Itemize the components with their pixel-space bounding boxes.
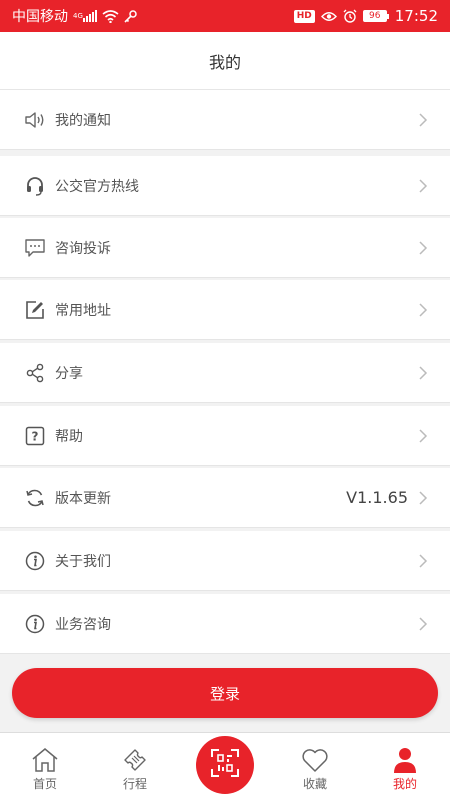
qr-scan-icon	[210, 748, 240, 782]
carrier-label: 中国移动	[12, 9, 68, 25]
page-header: 我的	[0, 32, 450, 90]
status-bar: 中国移动 4G HD 96 17:52	[0, 0, 450, 32]
info-icon	[24, 550, 46, 572]
headset-icon	[24, 175, 46, 197]
ticket-icon	[120, 745, 150, 775]
tab-label: 收藏	[302, 777, 327, 791]
battery-indicator: 96	[362, 10, 389, 22]
chevron-right-icon	[418, 616, 428, 632]
scan-button[interactable]	[196, 736, 254, 794]
heart-icon	[300, 745, 330, 775]
menu-item-label: 咨询投诉	[55, 240, 111, 257]
chevron-right-icon	[418, 428, 428, 444]
page-title: 我的	[208, 52, 241, 72]
refresh-icon	[24, 487, 46, 509]
tab-trips[interactable]: 行程	[90, 733, 180, 800]
menu-item-label: 我的通知	[55, 112, 111, 129]
menu-item-hotline[interactable]: 公交官方热线	[0, 156, 450, 216]
menu-item-label: 常用地址	[55, 302, 111, 319]
menu-item-label: 帮助	[55, 428, 83, 445]
menu-item-version-update[interactable]: 版本更新 V1.1.65	[0, 468, 450, 528]
login-button[interactable]: 登录	[12, 668, 438, 718]
menu-item-label: 分享	[55, 365, 83, 382]
tab-label: 行程	[122, 777, 147, 791]
chevron-right-icon	[418, 490, 428, 506]
clock-time: 17:52	[394, 7, 438, 25]
home-icon	[30, 745, 60, 775]
tab-label: 我的	[392, 777, 417, 791]
chevron-right-icon	[418, 178, 428, 194]
tab-favorites[interactable]: 收藏	[270, 733, 360, 800]
svg-text:?: ?	[32, 429, 39, 443]
chevron-right-icon	[418, 112, 428, 128]
menu-item-common-addresses[interactable]: 常用地址	[0, 280, 450, 340]
menu-item-complaints[interactable]: 咨询投诉	[0, 218, 450, 278]
chat-bubble-icon	[24, 237, 46, 259]
share-icon	[24, 362, 46, 384]
tab-home[interactable]: 首页	[0, 733, 90, 800]
key-icon	[124, 9, 137, 23]
menu-item-label: 公交官方热线	[55, 178, 139, 195]
help-icon: ?	[24, 425, 46, 447]
signal-icon: 4G	[73, 10, 97, 22]
chevron-right-icon	[418, 302, 428, 318]
menu-item-about-us[interactable]: 关于我们	[0, 531, 450, 591]
menu-item-share[interactable]: 分享	[0, 343, 450, 403]
tab-label: 首页	[32, 777, 57, 791]
menu-item-label: 版本更新	[55, 490, 111, 507]
menu-item-notifications[interactable]: 我的通知	[0, 90, 450, 150]
info-icon	[24, 613, 46, 635]
chevron-right-icon	[418, 365, 428, 381]
eye-icon	[320, 11, 337, 22]
edit-icon	[24, 299, 46, 321]
hd-badge: HD	[293, 9, 315, 23]
menu-item-label: 关于我们	[55, 553, 111, 570]
speaker-icon	[24, 109, 46, 131]
menu-item-label: 业务咨询	[55, 616, 111, 633]
chevron-right-icon	[418, 240, 428, 256]
network-label: 4G	[73, 12, 83, 20]
alarm-icon	[343, 9, 357, 23]
version-number: V1.1.65	[346, 488, 408, 507]
menu-item-business-consultation[interactable]: 业务咨询	[0, 594, 450, 654]
menu-item-help[interactable]: ? 帮助	[0, 406, 450, 466]
chevron-right-icon	[418, 553, 428, 569]
person-icon	[390, 745, 420, 775]
tab-mine[interactable]: 我的	[360, 733, 450, 800]
wifi-icon	[102, 9, 119, 23]
